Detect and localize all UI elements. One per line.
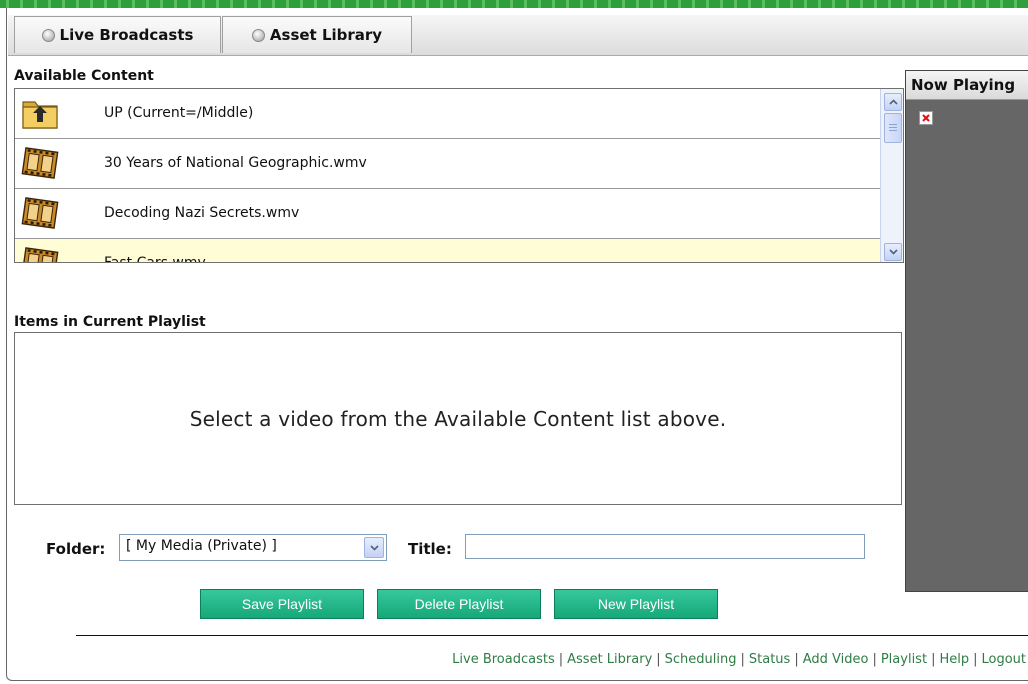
chevron-down-icon bbox=[888, 249, 898, 255]
folder-label: Folder: bbox=[46, 540, 106, 558]
footer-link-status[interactable]: Status bbox=[749, 652, 790, 667]
list-item-label: Fast Cars.wmv bbox=[104, 255, 206, 263]
footer-link-logout[interactable]: Logout bbox=[981, 652, 1026, 667]
footer-divider bbox=[76, 635, 1028, 636]
now-playing-heading: Now Playing bbox=[906, 71, 1028, 100]
footer-link-help[interactable]: Help bbox=[939, 652, 969, 667]
close-icon bbox=[922, 114, 930, 122]
footer-link-playlist[interactable]: Playlist bbox=[881, 652, 927, 667]
tab-label: Asset Library bbox=[269, 26, 383, 44]
footer-link-asset-library[interactable]: Asset Library bbox=[567, 652, 652, 667]
list-item-label: UP (Current=/Middle) bbox=[104, 105, 254, 121]
folder-select[interactable]: [ My Media (Private) ] bbox=[119, 534, 387, 561]
new-playlist-button[interactable]: New Playlist bbox=[554, 589, 718, 619]
folder-up-icon bbox=[22, 101, 58, 129]
list-scrollbar[interactable] bbox=[880, 89, 903, 262]
list-item-up-folder[interactable]: UP (Current=/Middle) bbox=[15, 89, 881, 139]
footer-link-scheduling[interactable]: Scheduling bbox=[665, 652, 737, 667]
radio-icon bbox=[41, 28, 55, 42]
footer-link-add-video[interactable]: Add Video bbox=[803, 652, 869, 667]
list-item-label: 30 Years of National Geographic.wmv bbox=[104, 155, 367, 171]
film-reel-icon bbox=[21, 247, 59, 262]
tab-live-broadcasts[interactable]: Live Broadcasts bbox=[14, 16, 221, 53]
footer-link-live-broadcasts[interactable]: Live Broadcasts bbox=[452, 652, 555, 667]
chevron-down-icon bbox=[369, 544, 379, 551]
tab-label: Live Broadcasts bbox=[59, 26, 194, 44]
scroll-thumb[interactable] bbox=[884, 113, 902, 143]
title-input[interactable] bbox=[465, 534, 865, 559]
available-content-list: UP (Current=/Middle) 30 Years of Nationa… bbox=[14, 88, 904, 263]
scroll-up-button[interactable] bbox=[884, 93, 902, 111]
now-playing-close-button[interactable] bbox=[919, 111, 933, 125]
radio-icon bbox=[251, 28, 265, 42]
available-content-heading: Available Content bbox=[14, 68, 154, 84]
top-banner-strip bbox=[0, 0, 1028, 8]
playlist-empty-message: Select a video from the Available Conten… bbox=[189, 406, 727, 431]
film-reel-icon bbox=[21, 147, 59, 179]
title-label: Title: bbox=[408, 540, 452, 558]
tab-asset-library[interactable]: Asset Library bbox=[222, 16, 412, 53]
save-playlist-button[interactable]: Save Playlist bbox=[200, 589, 364, 619]
list-item-video[interactable]: Decoding Nazi Secrets.wmv bbox=[15, 189, 881, 239]
chevron-up-icon bbox=[888, 99, 898, 105]
list-item-video[interactable]: Fast Cars.wmv bbox=[15, 239, 881, 263]
dropdown-arrow-button[interactable] bbox=[364, 537, 384, 558]
list-item-video[interactable]: 30 Years of National Geographic.wmv bbox=[15, 139, 881, 189]
film-reel-icon bbox=[21, 197, 59, 229]
playlist-box: Select a video from the Available Conten… bbox=[14, 332, 902, 505]
delete-playlist-button[interactable]: Delete Playlist bbox=[377, 589, 541, 619]
playlist-heading: Items in Current Playlist bbox=[14, 314, 206, 330]
list-item-label: Decoding Nazi Secrets.wmv bbox=[104, 205, 300, 221]
footer-nav: Live Broadcasts | Asset Library | Scheduling… bbox=[452, 652, 1026, 667]
scroll-down-button[interactable] bbox=[884, 243, 902, 261]
folder-select-value: [ My Media (Private) ] bbox=[126, 538, 277, 554]
now-playing-panel: Now Playing bbox=[905, 70, 1028, 592]
